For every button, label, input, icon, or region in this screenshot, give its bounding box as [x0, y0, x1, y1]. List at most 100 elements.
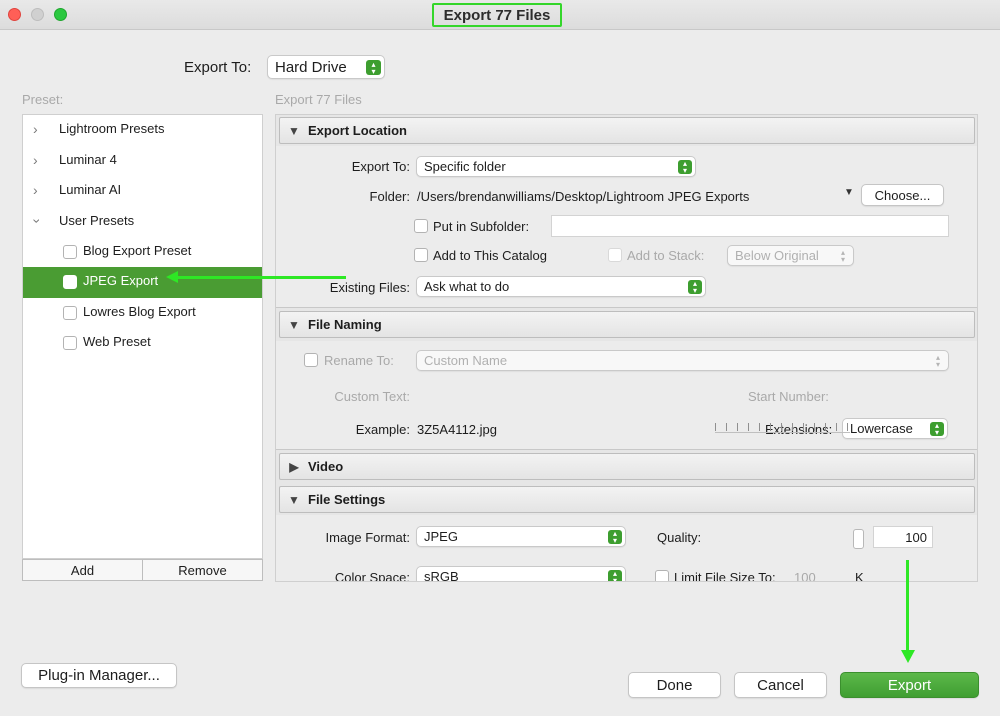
preset-checkbox[interactable]	[63, 245, 77, 259]
export-to-popup[interactable]: Hard Drive ▴ ▾	[267, 55, 385, 79]
section-title: File Settings	[308, 492, 386, 507]
cancel-button[interactable]: Cancel	[734, 672, 827, 698]
remove-preset-button[interactable]: Remove	[142, 560, 262, 580]
subfolder-checkbox[interactable]	[414, 219, 428, 233]
choose-folder-button[interactable]: Choose...	[861, 184, 944, 206]
existing-files-label: Existing Files:	[329, 280, 410, 295]
export-to-folder-popup[interactable]: Specific folder ▴ ▾	[416, 156, 696, 177]
stack-position-popup[interactable]: Below Original ▴ ▾	[727, 245, 854, 266]
export-to-folder-value: Specific folder	[424, 159, 506, 174]
preset-folder-user[interactable]: › User Presets	[23, 207, 262, 238]
preset-item-blog-export[interactable]: Blog Export Preset	[23, 237, 262, 268]
plugin-manager-button[interactable]: Plug-in Manager...	[21, 663, 177, 688]
preset-folder-lightroom[interactable]: › Lightroom Presets	[23, 115, 262, 146]
disclosure-triangle-icon[interactable]: ▼	[280, 318, 308, 332]
preset-folder-label: Luminar AI	[59, 182, 122, 197]
popup-stepper-icon: ▴ ▾	[840, 248, 845, 264]
rename-popup[interactable]: Custom Name ▴ ▾	[416, 350, 949, 371]
chevron-down-icon[interactable]: ›	[29, 219, 45, 224]
annotation-arrowhead	[166, 271, 178, 283]
rename-checkbox[interactable]	[304, 353, 318, 367]
preset-item-lowres-blog[interactable]: Lowres Blog Export	[23, 298, 262, 329]
subfolder-field[interactable]	[551, 215, 949, 237]
stack-position-value: Below Original	[735, 248, 819, 263]
limit-size-checkbox[interactable]	[655, 570, 669, 581]
existing-files-value: Ask what to do	[424, 279, 510, 294]
preset-item-web[interactable]: Web Preset	[23, 328, 262, 359]
section-title: File Naming	[308, 317, 382, 332]
preset-item-label: Lowres Blog Export	[83, 304, 196, 319]
chevron-right-icon[interactable]: ›	[33, 182, 38, 198]
preset-checkbox[interactable]	[63, 306, 77, 320]
image-format-value: JPEG	[424, 529, 458, 544]
popup-stepper-icon: ▴ ▾	[930, 422, 944, 437]
minimize-window-button[interactable]	[31, 8, 44, 21]
preset-folder-label: Lightroom Presets	[59, 121, 165, 136]
export-location-section: Export To: Specific folder ▴ ▾ Folder: /U…	[276, 146, 977, 307]
add-stack-checkbox[interactable]	[608, 248, 622, 262]
preset-item-jpeg-export[interactable]: JPEG Export	[23, 267, 262, 298]
existing-files-popup[interactable]: Ask what to do ▴ ▾	[416, 276, 706, 297]
export-button[interactable]: Export	[840, 672, 979, 698]
preset-folder-label: User Presets	[59, 213, 135, 228]
preset-checkbox[interactable]	[63, 275, 77, 289]
file-settings-header[interactable]: ▼ File Settings	[279, 486, 975, 513]
folder-path: /Users/brendanwilliams/Desktop/Lightroom…	[417, 189, 750, 204]
preset-buttons: Add Remove	[22, 559, 263, 581]
section-title: Export Location	[308, 123, 407, 138]
folder-label: Folder:	[369, 189, 410, 204]
preset-checkbox[interactable]	[63, 336, 77, 350]
preset-item-label: Blog Export Preset	[83, 243, 192, 258]
rename-label: Rename To:	[324, 353, 394, 368]
preset-heading: Preset:	[22, 92, 64, 107]
extensions-value: Lowercase	[850, 421, 913, 436]
add-preset-button[interactable]: Add	[23, 560, 142, 580]
disclosure-triangle-icon[interactable]: ▼	[280, 493, 308, 507]
done-button[interactable]: Done	[628, 672, 721, 698]
annotation-arrowhead	[901, 650, 915, 663]
quality-slider[interactable]	[715, 423, 850, 433]
add-catalog-label: Add to This Catalog	[433, 248, 547, 263]
preset-item-label: JPEG Export	[83, 273, 159, 288]
image-format-label: Image Format:	[325, 530, 410, 545]
zoom-window-button[interactable]	[54, 8, 67, 21]
export-to-label: Export To:	[184, 59, 252, 76]
popup-stepper-icon: ▴ ▾	[366, 60, 381, 75]
export-location-header[interactable]: ▼ Export Location	[279, 117, 975, 144]
preset-list: › Lightroom Presets › Luminar 4 › Lumina…	[22, 114, 263, 559]
quality-slider-thumb[interactable]	[853, 529, 864, 549]
export-files-heading: Export 77 Files	[275, 92, 362, 107]
extensions-popup[interactable]: Lowercase ▴ ▾	[842, 418, 948, 439]
image-format-popup[interactable]: JPEG ▴ ▾	[416, 526, 626, 547]
divider	[276, 307, 977, 308]
limit-size-field[interactable]: 100	[794, 570, 816, 581]
subfolder-label: Put in Subfolder:	[433, 219, 530, 234]
add-catalog-checkbox[interactable]	[414, 248, 428, 262]
preset-folder-luminarai[interactable]: › Luminar AI	[23, 176, 262, 207]
window-title: Export 77 Files	[432, 3, 562, 27]
section-title: Video	[308, 459, 344, 474]
disclosure-triangle-icon[interactable]: ▶	[280, 460, 308, 474]
export-to-folder-label: Export To:	[351, 159, 410, 174]
dropdown-arrow-icon[interactable]: ▼	[844, 187, 854, 198]
export-to-value: Hard Drive	[275, 58, 347, 76]
file-settings-section: Image Format: JPEG ▴ ▾ Quality: 100 Color…	[276, 515, 977, 582]
chevron-right-icon[interactable]: ›	[33, 152, 38, 168]
example-label: Example:	[355, 422, 410, 437]
preset-folder-luminar4[interactable]: › Luminar 4	[23, 146, 262, 177]
quality-field[interactable]: 100	[873, 526, 933, 548]
color-space-popup[interactable]: sRGB ▴ ▾	[416, 566, 626, 581]
limit-size-label: Limit File Size To:	[674, 570, 776, 582]
file-naming-header[interactable]: ▼ File Naming	[279, 311, 975, 338]
preset-item-label: Web Preset	[83, 334, 151, 349]
popup-stepper-icon: ▴ ▾	[688, 280, 702, 295]
export-settings-panel[interactable]: ▼ Export Location Export To: Specific fo…	[275, 114, 978, 582]
popup-stepper-icon: ▴ ▾	[678, 160, 692, 175]
close-window-button[interactable]	[8, 8, 21, 21]
disclosure-triangle-icon[interactable]: ▼	[280, 124, 308, 138]
color-space-label: Color Space:	[334, 570, 410, 582]
custom-text-label: Custom Text:	[334, 389, 410, 404]
video-header[interactable]: ▶ Video	[279, 453, 975, 480]
chevron-right-icon[interactable]: ›	[33, 121, 38, 137]
add-stack-label: Add to Stack:	[627, 248, 705, 263]
